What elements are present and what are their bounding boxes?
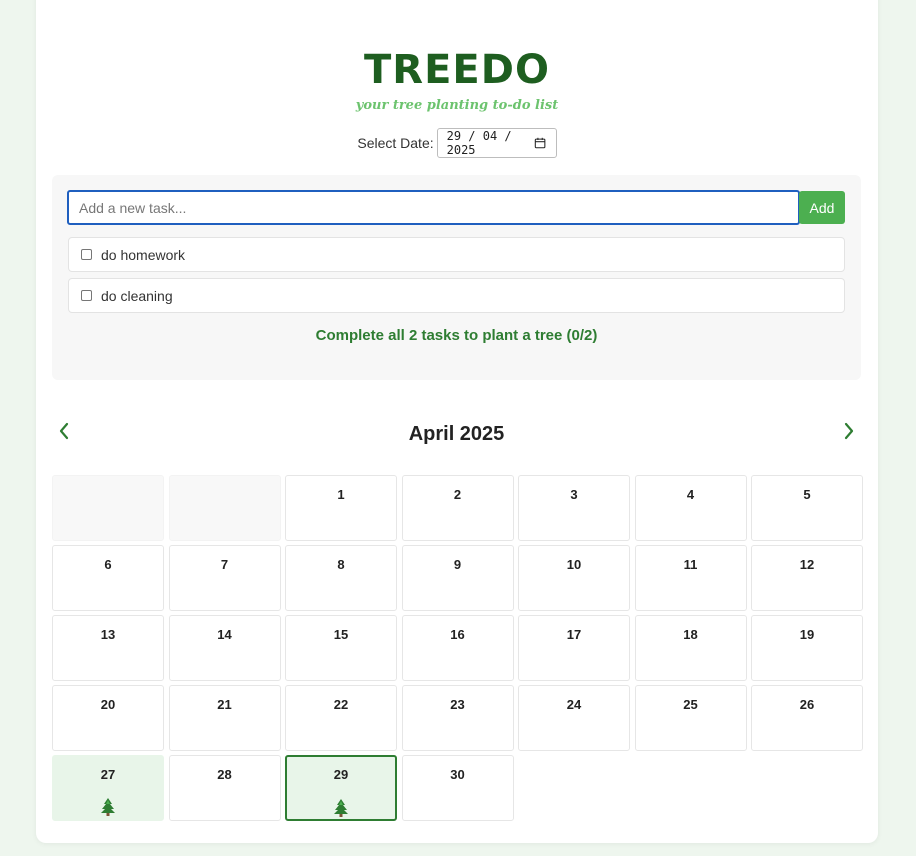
- calendar-day-cell[interactable]: 6: [52, 545, 164, 611]
- task-checkbox[interactable]: [81, 290, 92, 301]
- task-label: do cleaning: [101, 287, 173, 304]
- task-item: do homework: [68, 237, 845, 272]
- calendar-day-cell[interactable]: 12: [751, 545, 863, 611]
- calendar-day-cell[interactable]: 19: [751, 615, 863, 681]
- calendar-day-cell[interactable]: 3: [518, 475, 630, 541]
- day-number: 8: [337, 557, 345, 572]
- calendar-day-cell[interactable]: 26: [751, 685, 863, 751]
- day-number: 21: [217, 697, 232, 712]
- calendar-day-cell[interactable]: 10: [518, 545, 630, 611]
- date-label: Select Date:: [357, 135, 434, 151]
- calendar-day-cell[interactable]: 9: [401, 545, 514, 611]
- day-number: 1: [337, 487, 345, 502]
- calendar-day-cell[interactable]: 2: [401, 475, 514, 541]
- calendar-day-cell[interactable]: 14: [168, 615, 281, 681]
- tree-icon: [101, 798, 115, 816]
- calendar-day-cell[interactable]: 27: [52, 755, 164, 821]
- calendar-day-cell[interactable]: 7: [168, 545, 281, 611]
- calendar-empty-cell: [52, 475, 164, 541]
- day-number: 10: [566, 557, 582, 572]
- progress-message: Complete all 2 tasks to plant a tree (0/…: [315, 327, 598, 344]
- calendar-day-cell[interactable]: 30: [401, 755, 514, 821]
- day-number: 19: [799, 627, 815, 642]
- calendar-day-cell[interactable]: 8: [285, 545, 397, 611]
- day-number: 7: [220, 557, 229, 572]
- calendar-day-cell[interactable]: 16: [401, 615, 514, 681]
- calendar-day-cell[interactable]: 17: [518, 615, 630, 681]
- calendar-day-cell[interactable]: 4: [634, 475, 747, 541]
- tasks-panel: Add do homework do cleaning Complete all…: [52, 175, 861, 380]
- next-month-button[interactable]: [837, 419, 861, 443]
- day-number: 20: [100, 697, 116, 712]
- day-number: 12: [799, 557, 815, 572]
- calendar-day-cell[interactable]: 11: [634, 545, 747, 611]
- calendar-icon[interactable]: [534, 136, 546, 150]
- day-number: 26: [799, 697, 815, 712]
- calendar-day-cell[interactable]: 1: [285, 475, 397, 541]
- day-number: 5: [803, 487, 811, 502]
- calendar-day-cell[interactable]: 22: [285, 685, 397, 751]
- day-number: 6: [104, 557, 112, 572]
- calendar-day-cell[interactable]: 15: [285, 615, 397, 681]
- calendar-day-cell[interactable]: 24: [518, 685, 630, 751]
- day-number: 15: [333, 627, 349, 642]
- day-number: 30: [450, 767, 465, 782]
- calendar-empty-cell: [168, 475, 281, 541]
- main-card: TREEDO your tree planting to-do list Sel…: [36, 0, 878, 843]
- calendar-day-cell[interactable]: 25: [634, 685, 747, 751]
- task-label: do homework: [101, 246, 186, 263]
- day-number: 29: [333, 767, 349, 782]
- day-number: 23: [450, 697, 465, 712]
- app-subtitle: your tree planting to-do list: [355, 98, 559, 113]
- month-title: April 2025: [408, 423, 505, 445]
- day-number: 16: [450, 627, 465, 642]
- day-number: 3: [570, 487, 578, 502]
- day-number: 27: [100, 767, 116, 782]
- calendar-day-cell[interactable]: 21: [168, 685, 281, 751]
- tree-icon: [334, 799, 348, 817]
- calendar-day-cell[interactable]: 20: [52, 685, 164, 751]
- day-number: 9: [453, 557, 462, 572]
- task-checkbox[interactable]: [81, 249, 92, 260]
- calendar-day-cell[interactable]: 23: [401, 685, 514, 751]
- date-value: 29 / 04 / 2025: [446, 129, 512, 157]
- calendar-day-cell[interactable]: 13: [52, 615, 164, 681]
- calendar-day-cell[interactable]: 28: [168, 755, 281, 821]
- day-number: 2: [453, 487, 462, 502]
- day-number: 25: [683, 697, 698, 712]
- day-number: 18: [683, 627, 698, 642]
- calendar-day-cell[interactable]: 18: [634, 615, 747, 681]
- chevron-right-icon: [844, 422, 854, 440]
- day-number: 22: [333, 697, 349, 712]
- day-number: 4: [686, 487, 695, 502]
- date-input[interactable]: 29 / 04 / 2025: [436, 128, 557, 158]
- calendar-header: April 2025: [52, 413, 861, 453]
- day-number: 17: [566, 627, 582, 642]
- new-task-input[interactable]: [67, 190, 800, 225]
- app-title: TREEDO: [364, 47, 550, 93]
- day-number: 28: [217, 767, 232, 782]
- day-number: 11: [683, 557, 698, 572]
- day-number: 14: [217, 627, 232, 642]
- date-selector: Select Date: 29 / 04 / 2025: [36, 128, 878, 158]
- calendar-day-cell[interactable]: 5: [751, 475, 863, 541]
- day-number: 24: [566, 697, 582, 712]
- calendar-grid: 1 2 3 4 5 6 7 8 9 10 11 12 13 14 15 16 17 18 19 20 21 22 23 24 2…: [52, 475, 863, 821]
- add-task-button[interactable]: Add: [799, 191, 845, 224]
- task-item: do cleaning: [68, 278, 845, 313]
- calendar-day-cell[interactable]: 29: [285, 755, 397, 821]
- day-number: 13: [100, 627, 116, 642]
